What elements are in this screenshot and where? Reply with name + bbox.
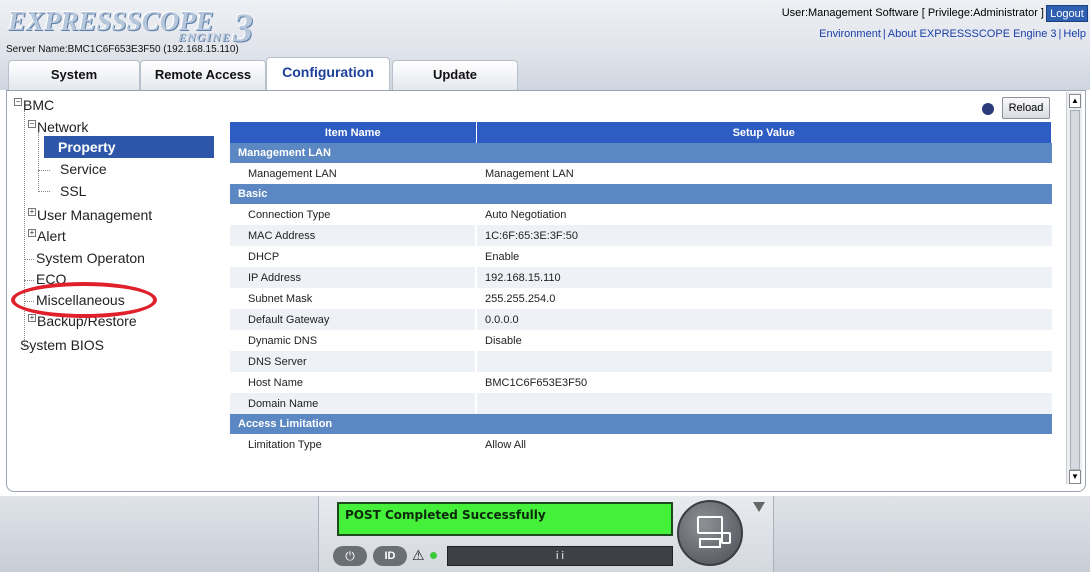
table-row: Default Gateway 0.0.0.0 bbox=[230, 309, 1052, 330]
tree-item-system-operation[interactable]: System Operaton bbox=[36, 249, 145, 267]
table-row: IP Address 192.168.15.110 bbox=[230, 267, 1052, 288]
tree-item-bmc[interactable]: − BMC bbox=[14, 96, 54, 114]
power-icon[interactable]: ⏻ bbox=[333, 546, 367, 566]
tab-configuration[interactable]: Configuration bbox=[266, 57, 390, 90]
setup-value: 192.168.15.110 bbox=[475, 267, 1052, 288]
table-row: Subnet Mask 255.255.254.0 bbox=[230, 288, 1052, 309]
item-name: Dynamic DNS bbox=[230, 330, 476, 351]
item-name: Connection Type bbox=[230, 204, 476, 225]
header-bar: EXPRESSSCOPE ENGINE 3 Server Name:BMC1C6… bbox=[0, 0, 1090, 90]
item-name: Domain Name bbox=[230, 393, 476, 414]
setup-value: 0.0.0.0 bbox=[475, 309, 1052, 330]
tree-item-network[interactable]: − Network bbox=[28, 118, 88, 136]
remote-console-icon[interactable] bbox=[677, 500, 743, 566]
table-row: Connection Type Auto Negotiation bbox=[230, 204, 1052, 225]
collapse-icon: − bbox=[28, 119, 36, 128]
scroll-down-icon[interactable]: ▼ bbox=[1069, 470, 1081, 484]
setup-value: Management LAN bbox=[475, 163, 1052, 184]
scrollbar[interactable]: ▲ ▼ bbox=[1066, 92, 1082, 484]
item-name: Default Gateway bbox=[230, 309, 476, 330]
expand-icon: + bbox=[28, 228, 36, 237]
tree-item-user-management[interactable]: + User Management bbox=[28, 206, 152, 224]
reload-button[interactable]: Reload bbox=[1002, 97, 1050, 119]
setup-value: Disable bbox=[475, 330, 1052, 351]
table-row: Dynamic DNS Disable bbox=[230, 330, 1052, 351]
logout-button[interactable]: Logout bbox=[1046, 5, 1088, 22]
item-name: DNS Server bbox=[230, 351, 476, 372]
scroll-up-icon[interactable]: ▲ bbox=[1069, 94, 1081, 108]
table-row: Limitation Type Allow All bbox=[230, 434, 1052, 455]
item-name: Limitation Type bbox=[230, 434, 476, 455]
tab-update[interactable]: Update bbox=[392, 60, 518, 90]
expressscope-logo: EXPRESSSCOPE ENGINE 3 bbox=[8, 5, 268, 50]
table-row: DNS Server bbox=[230, 351, 1052, 372]
tree-item-property[interactable]: Property bbox=[44, 136, 214, 158]
item-name: Management LAN bbox=[230, 163, 476, 184]
section-header: Basic bbox=[230, 184, 1052, 204]
section-title: Management LAN bbox=[230, 143, 1052, 163]
section-title: Access Limitation bbox=[230, 414, 1052, 434]
setup-value: 1C:6F:65:3E:3F:50 bbox=[475, 225, 1052, 246]
item-name: IP Address bbox=[230, 267, 476, 288]
item-name: Subnet Mask bbox=[230, 288, 476, 309]
status-led bbox=[430, 552, 437, 559]
highlight-annotation bbox=[11, 282, 157, 318]
warning-icon: ⚠ bbox=[412, 547, 425, 563]
settings-table: Item Name Setup Value Management LAN Mana… bbox=[230, 122, 1052, 455]
tab-remote-access[interactable]: Remote Access bbox=[140, 60, 266, 90]
section-title: Basic bbox=[230, 184, 1052, 204]
expand-icon: + bbox=[28, 207, 36, 216]
help-link[interactable]: Help bbox=[1062, 28, 1087, 40]
section-header: Access Limitation bbox=[230, 414, 1052, 434]
setup-value bbox=[475, 393, 1052, 414]
user-info: User:Management Software [ Privilege:Adm… bbox=[781, 7, 1044, 19]
lcd-message: POST Completed Successfully bbox=[337, 502, 673, 536]
server-name: Server Name:BMC1C6F653E3F50 (192.168.15.… bbox=[6, 44, 239, 55]
item-name: DHCP bbox=[230, 246, 476, 267]
column-header-item: Item Name bbox=[230, 122, 477, 143]
setup-value: Allow All bbox=[475, 434, 1052, 455]
table-row: MAC Address 1C:6F:65:3E:3F:50 bbox=[230, 225, 1052, 246]
tree-item-ssl[interactable]: SSL bbox=[60, 182, 86, 200]
item-name: Host Name bbox=[230, 372, 476, 393]
section-header: Management LAN bbox=[230, 143, 1052, 163]
setup-value: Enable bbox=[475, 246, 1052, 267]
status-panel: POST Completed Successfully ⏻ ID ⚠ i i bbox=[318, 496, 774, 572]
environment-link[interactable]: Environment bbox=[818, 28, 882, 40]
about-link[interactable]: About EXPRESSSCOPE Engine 3 bbox=[887, 28, 1058, 40]
tab-system[interactable]: System bbox=[8, 60, 140, 90]
expand-icon: + bbox=[28, 313, 36, 322]
item-name: MAC Address bbox=[230, 225, 476, 246]
table-row: Management LAN Management LAN bbox=[230, 163, 1052, 184]
table-row: Host Name BMC1C6F653E3F50 bbox=[230, 372, 1052, 393]
collapse-icon: − bbox=[14, 97, 22, 106]
scroll-thumb[interactable] bbox=[1070, 110, 1080, 470]
setup-value: Auto Negotiation bbox=[475, 204, 1052, 225]
table-row: Domain Name bbox=[230, 393, 1052, 414]
column-header-value: Setup Value bbox=[476, 122, 1052, 143]
setup-value: 255.255.254.0 bbox=[475, 288, 1052, 309]
content-panel: Reload Item Name Setup Value Management … bbox=[214, 92, 1062, 478]
tree-item-system-bios[interactable]: System BIOS bbox=[20, 336, 104, 354]
refresh-icon[interactable] bbox=[982, 103, 994, 115]
collapse-triangle-icon[interactable] bbox=[753, 502, 765, 512]
tree-item-service[interactable]: Service bbox=[60, 160, 107, 178]
setup-value: BMC1C6F653E3F50 bbox=[475, 372, 1052, 393]
main-tabs: System Remote Access Configuration Updat… bbox=[0, 56, 1090, 90]
logo-sub-text: ENGINE bbox=[178, 30, 231, 44]
status-area: POST Completed Successfully ⏻ ID ⚠ i i bbox=[0, 496, 1090, 572]
tree-item-alert[interactable]: + Alert bbox=[28, 227, 66, 245]
table-row: DHCP Enable bbox=[230, 246, 1052, 267]
id-led-button[interactable]: ID bbox=[373, 546, 407, 566]
setup-value bbox=[475, 351, 1052, 372]
top-links: Environment | About EXPRESSSCOPE Engine 3 |… bbox=[818, 28, 1087, 40]
lcd-secondary: i i bbox=[447, 546, 673, 566]
